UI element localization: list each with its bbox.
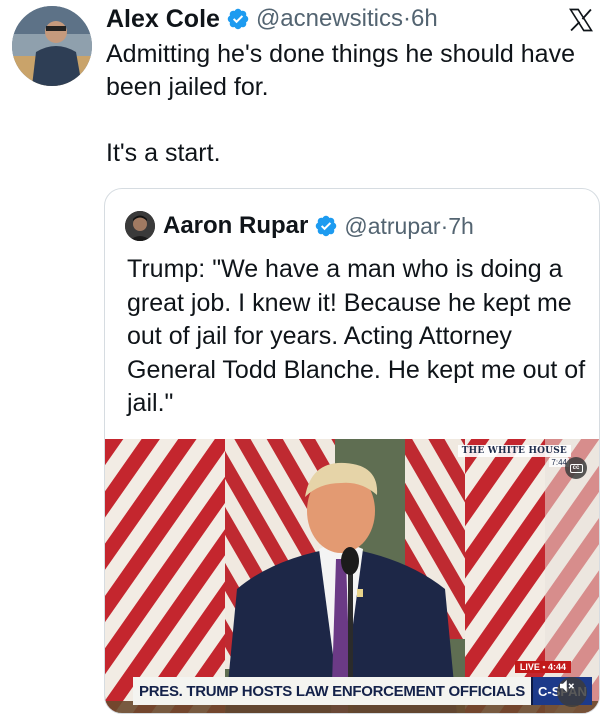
- mute-icon[interactable]: [557, 677, 587, 707]
- quoted-author-avatar[interactable]: [125, 211, 155, 241]
- verified-badge-icon: [226, 7, 250, 31]
- chyron: PRES. TRUMP HOSTS LAW ENFORCEMENT OFFICI…: [133, 677, 592, 705]
- author-handle[interactable]: @acnewsitics: [256, 5, 403, 33]
- timestamp[interactable]: 6h: [411, 5, 438, 33]
- separator-dot: ·: [440, 212, 449, 239]
- separator-dot: ·: [403, 5, 412, 32]
- live-badge: LIVE • 4:44: [514, 661, 571, 673]
- video-player[interactable]: THE WHITE HOUSE 7:44 cc LIVE • 4:44 PRES…: [105, 439, 599, 713]
- author-avatar[interactable]: [12, 6, 92, 86]
- network-bug: THE WHITE HOUSE: [457, 445, 571, 457]
- quoted-timestamp[interactable]: 7h: [448, 213, 474, 240]
- verified-badge-icon: [314, 214, 338, 238]
- tweet-header: Alex Cole @acnewsitics · 6h: [106, 2, 438, 36]
- quoted-tweet[interactable]: Aaron Rupar @atrupar · 7h Trump: "We hav…: [104, 188, 600, 714]
- quoted-author-handle[interactable]: @atrupar: [344, 213, 440, 240]
- x-logo-icon: [566, 6, 596, 34]
- quoted-author-name[interactable]: Aaron Rupar: [163, 212, 308, 240]
- captions-icon[interactable]: cc: [565, 457, 587, 479]
- author-name[interactable]: Alex Cole: [106, 5, 220, 34]
- quoted-tweet-text: Trump: "We have a man who is doing a gre…: [127, 255, 586, 417]
- tweet-text: Admitting he's done things he should hav…: [106, 40, 575, 167]
- chyron-text: PRES. TRUMP HOSTS LAW ENFORCEMENT OFFICI…: [133, 677, 531, 705]
- quoted-tweet-header: Aaron Rupar @atrupar · 7h: [163, 209, 474, 243]
